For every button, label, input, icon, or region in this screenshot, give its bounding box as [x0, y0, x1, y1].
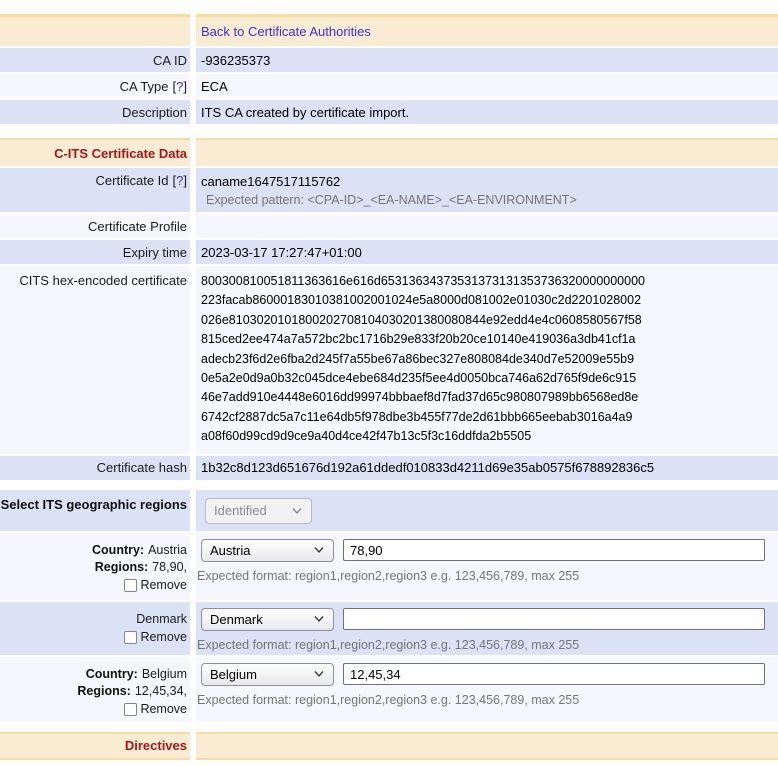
row-certificate-hash: Certificate hash 1b32c8d123d651676d192a6…: [0, 456, 778, 480]
certificate-id-help: [?]: [173, 173, 187, 188]
row-region-type: Select ITS geographic regions Identified: [0, 490, 778, 531]
row-certificate-profile: Certificate Profile: [0, 214, 778, 238]
regions-input[interactable]: [343, 539, 765, 561]
ca-type-label: CA Type [?]: [0, 74, 190, 98]
remove-label: Remove: [140, 577, 187, 594]
section-gap: [0, 126, 778, 138]
region-type-cell: Identified: [196, 490, 778, 531]
row-cits-section: C-ITS Certificate Data: [0, 138, 778, 166]
remove-checkbox[interactable]: [124, 579, 137, 592]
hex-certificate-value: 800300810051811363616e616d65313634373531…: [201, 266, 645, 454]
certificate-profile-value: [196, 214, 778, 238]
certificate-hash-label: Certificate hash: [0, 456, 190, 480]
description-value: ITS CA created by certificate import.: [196, 100, 778, 124]
region-format-hint: Expected format: region1,region2,region3…: [197, 638, 579, 652]
country-select[interactable]: Belgium: [201, 663, 334, 686]
certificate-id-value: caname1647517115762: [201, 174, 340, 189]
chevron-down-icon: [313, 546, 325, 554]
country-select-value: Austria: [210, 543, 250, 558]
region-type-select[interactable]: Identified: [205, 498, 312, 524]
cits-section-title: C-ITS Certificate Data: [0, 138, 190, 166]
hex-certificate-label: CITS hex-encoded certificate: [0, 266, 190, 454]
ca-type-value: ECA: [196, 74, 778, 98]
denmark-controls-cell: Denmark Expected format: region1,region2…: [196, 602, 778, 655]
austria-info: Country:Austria Regions:78,90, Remove: [0, 533, 190, 600]
regions-input[interactable]: [343, 663, 765, 685]
belgium-info: Country:Belgium Regions:12,45,34, Remove: [0, 657, 190, 722]
certificate-profile-label: Certificate Profile: [0, 214, 190, 238]
expiry-time-value: 2023-03-17 17:27:47+01:00: [196, 240, 778, 264]
select-regions-label: Select ITS geographic regions: [0, 490, 190, 531]
row-hex-certificate: CITS hex-encoded certificate 80030081005…: [0, 266, 778, 454]
country-select[interactable]: Austria: [201, 539, 334, 562]
certificate-hash-value: 1b32c8d123d651676d192a61ddedf010833d4211…: [196, 456, 778, 480]
row-ca-id: CA ID -936235373: [0, 48, 778, 72]
remove-label: Remove: [140, 701, 187, 718]
header-row-right: Back to Certificate Authorities: [196, 14, 778, 46]
remove-label: Remove: [140, 629, 187, 646]
directives-section-title: Directives: [0, 732, 190, 760]
section-gap: [0, 482, 778, 490]
ca-type-help: [?]: [173, 79, 187, 94]
certificate-id-pattern-hint: Expected pattern: <CPA-ID>_<EA-NAME>_<EA…: [206, 193, 577, 207]
country-select-value: Belgium: [210, 667, 257, 682]
regions-input[interactable]: [343, 608, 765, 630]
back-to-certificate-authorities-link[interactable]: Back to Certificate Authorities: [201, 24, 371, 39]
austria-controls-cell: Austria Expected format: region1,region2…: [196, 533, 778, 600]
ca-id-label: CA ID: [0, 48, 190, 72]
header-row: Back to Certificate Authorities: [0, 14, 778, 46]
remove-checkbox[interactable]: [124, 631, 137, 644]
chevron-down-icon: [313, 615, 325, 623]
row-region-belgium: Country:Belgium Regions:12,45,34, Remove…: [0, 657, 778, 722]
region-format-hint: Expected format: region1,region2,region3…: [197, 693, 579, 707]
row-certificate-id: Certificate Id [?] caname1647517115762 E…: [0, 168, 778, 212]
region-type-select-value: Identified: [214, 503, 267, 518]
country-select[interactable]: Denmark: [201, 608, 334, 631]
hex-certificate-cell: 800300810051811363616e616d65313634373531…: [196, 266, 778, 454]
region-format-hint: Expected format: region1,region2,region3…: [197, 569, 579, 583]
denmark-info: Denmark Remove: [0, 602, 190, 655]
row-directives-section: Directives: [0, 732, 778, 760]
expiry-time-label: Expiry time: [0, 240, 190, 264]
description-label: Description: [0, 100, 190, 124]
chevron-down-icon: [291, 507, 303, 515]
remove-checkbox[interactable]: [124, 703, 137, 716]
chevron-down-icon: [313, 670, 325, 678]
belgium-controls-cell: Belgium Expected format: region1,region2…: [196, 657, 778, 722]
country-select-value: Denmark: [210, 612, 263, 627]
belgium-remove: Remove: [124, 701, 187, 718]
row-region-austria: Country:Austria Regions:78,90, Remove Au…: [0, 533, 778, 600]
header-row-left: [0, 14, 190, 46]
austria-remove: Remove: [124, 577, 187, 594]
row-description: Description ITS CA created by certificat…: [0, 100, 778, 124]
certificate-id-label: Certificate Id [?]: [0, 168, 190, 212]
section-gap: [0, 724, 778, 732]
directives-section-right: [196, 732, 778, 760]
ca-edit-page: Back to Certificate Authorities CA ID -9…: [0, 0, 778, 760]
row-region-denmark: Denmark Remove Denmark Expected format: …: [0, 602, 778, 655]
denmark-remove: Remove: [124, 629, 187, 646]
certificate-id-cell: caname1647517115762 Expected pattern: <C…: [196, 168, 778, 212]
cits-section-right: [196, 138, 778, 166]
ca-id-value: -936235373: [196, 48, 778, 72]
row-expiry-time: Expiry time 2023-03-17 17:27:47+01:00: [0, 240, 778, 264]
row-ca-type: CA Type [?] ECA: [0, 74, 778, 98]
